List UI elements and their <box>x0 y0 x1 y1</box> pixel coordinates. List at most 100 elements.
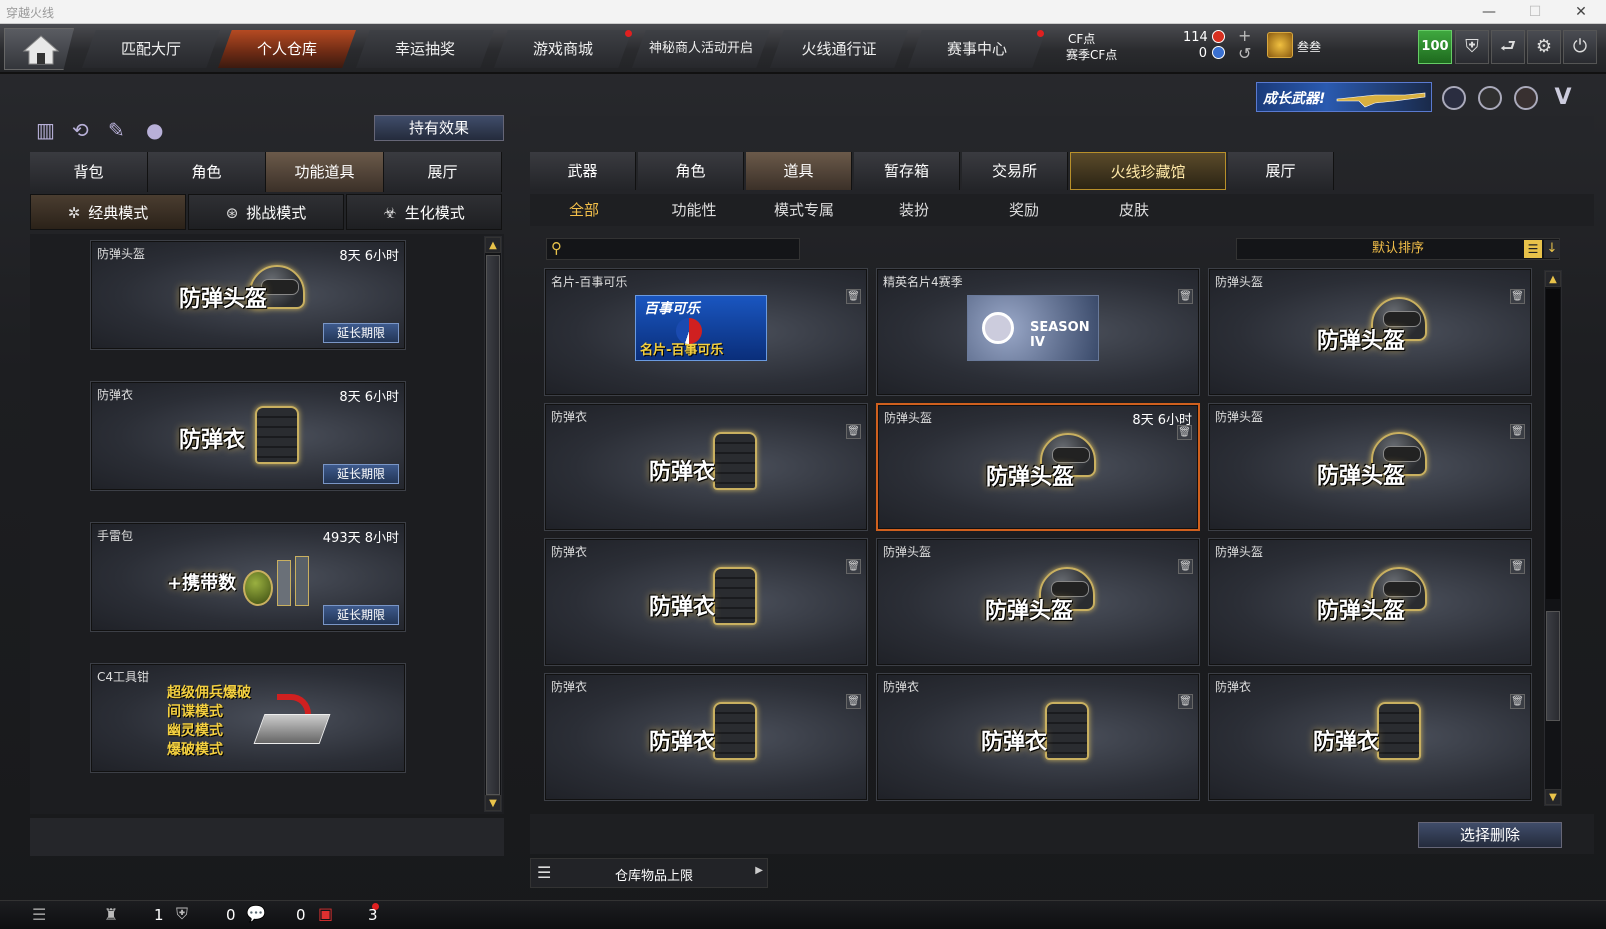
mode-tab[interactable]: ✲ 经典模式 <box>30 194 186 230</box>
close-button[interactable]: ✕ <box>1558 0 1604 24</box>
scroll-down-icon[interactable]: ▼ <box>485 795 501 811</box>
nav-tab[interactable]: 个人仓库 <box>218 30 356 68</box>
grid-item-card[interactable]: 名片-百事可乐 🗑 百事可乐 名片-百事可乐 <box>544 268 868 396</box>
list-view-icon[interactable]: ☰ <box>1524 240 1542 258</box>
left-tab[interactable]: 背包 <box>30 152 148 192</box>
chat-icon[interactable]: 💬 <box>246 904 266 923</box>
trash-icon[interactable]: 🗑 <box>846 694 861 709</box>
grid-item-card[interactable]: 防弹衣 🗑 防弹衣 <box>544 538 868 666</box>
right-tab[interactable]: 道具 <box>746 152 852 190</box>
left-scroll-thumb[interactable] <box>486 255 500 795</box>
left-item-card[interactable]: 手雷包 493天 8小时 +携带数 延长期限 <box>90 522 406 632</box>
grid-item-card[interactable]: 防弹头盔 🗑 防弹头盔 <box>1208 538 1532 666</box>
category-tab[interactable]: 模式专属 <box>750 194 858 226</box>
category-tab[interactable]: 功能性 <box>640 194 748 226</box>
capacity-label: 仓库物品上限 <box>615 869 694 884</box>
scroll-up-icon[interactable]: ▲ <box>1545 271 1561 287</box>
plus-icon[interactable]: + <box>1238 26 1251 45</box>
nav-tab[interactable]: 火线通行证 <box>770 30 908 68</box>
sort-icon[interactable]: ▥ <box>36 118 60 142</box>
maximize-button[interactable]: ☐ <box>1512 0 1558 24</box>
item-big-label: 防弹衣 <box>649 730 716 755</box>
nav-tab[interactable]: 赛事中心 <box>908 30 1046 68</box>
nav-tab[interactable]: 游戏商城 <box>494 30 632 68</box>
return-button[interactable]: ⮐ <box>1491 30 1525 64</box>
category-tab[interactable]: 皮肤 <box>1080 194 1188 226</box>
search-input[interactable] <box>571 240 797 258</box>
right-scroll-thumb[interactable] <box>1546 611 1560 721</box>
mode-tab[interactable]: ⊛ 挑战模式 <box>188 194 344 230</box>
gift-box-icon[interactable] <box>1514 86 1538 110</box>
sort-dropdown[interactable]: 默认排序 <box>1236 238 1560 260</box>
trash-icon[interactable]: 🗑 <box>1178 559 1193 574</box>
trash-icon[interactable]: 🗑 <box>1510 289 1525 304</box>
power-button[interactable]: ⏻ <box>1563 30 1597 64</box>
grid-item-card[interactable]: 防弹头盔 🗑 防弹头盔 <box>1208 403 1532 531</box>
capacity-bar[interactable]: ☰ 仓库物品上限 ▶ <box>530 858 768 888</box>
clan-icon[interactable]: ⛨ <box>176 904 188 924</box>
rotate-icon[interactable]: ⟲ <box>72 118 96 142</box>
category-tab[interactable]: 装扮 <box>860 194 968 226</box>
home-button[interactable] <box>4 28 74 70</box>
extend-button[interactable]: 延长期限 <box>323 605 399 625</box>
grid-item-card[interactable]: 防弹头盔 🗑 防弹头盔 <box>876 538 1200 666</box>
right-tab[interactable]: 展厅 <box>1228 152 1334 190</box>
grid-item-card[interactable]: 防弹衣 🗑 防弹衣 <box>1208 673 1532 801</box>
right-tab[interactable]: 火线珍藏馆 <box>1070 152 1226 190</box>
right-scrollbar[interactable]: ▲ ▼ <box>1544 270 1562 806</box>
grid-item-card[interactable]: 防弹衣 🗑 防弹衣 <box>876 673 1200 801</box>
select-delete-button[interactable]: 选择删除 <box>1418 822 1562 848</box>
globe-icon[interactable] <box>1478 86 1502 110</box>
gift-icon[interactable]: ▣ <box>318 904 333 923</box>
trash-icon[interactable]: 🗑 <box>1510 694 1525 709</box>
minimize-button[interactable]: — <box>1466 0 1512 24</box>
grid-item-card[interactable]: 防弹头盔 8天 6小时 🗑 防弹头盔 <box>876 403 1200 531</box>
left-item-card[interactable]: 防弹衣 8天 6小时 防弹衣 延长期限 <box>90 381 406 491</box>
right-tab[interactable]: 暂存箱 <box>854 152 960 190</box>
extend-button[interactable]: 延长期限 <box>323 464 399 484</box>
menu-icon[interactable]: ☰ <box>32 905 46 924</box>
refresh-icon[interactable]: ↺ <box>1238 44 1251 63</box>
trash-icon[interactable]: 🗑 <box>1510 559 1525 574</box>
search-box[interactable]: ⚲ <box>546 238 800 260</box>
left-item-card[interactable]: C4工具钳 超级佣兵爆破 间谍模式 幽灵模式 爆破模式 <box>90 663 406 773</box>
trash-icon[interactable]: 🗑 <box>1178 694 1193 709</box>
left-tab[interactable]: 展厅 <box>384 152 502 192</box>
settings-button[interactable]: ⚙ <box>1527 30 1561 64</box>
grid-item-card[interactable]: 防弹衣 🗑 防弹衣 <box>544 673 868 801</box>
right-tab[interactable]: 交易所 <box>962 152 1068 190</box>
sort-direction-icon[interactable]: ↓ <box>1544 240 1560 258</box>
grenade-icon[interactable]: ● <box>146 118 170 142</box>
left-scrollbar[interactable]: ▲ ▼ <box>484 236 502 812</box>
trash-icon[interactable]: 🗑 <box>846 424 861 439</box>
badge-icon[interactable] <box>1442 86 1466 110</box>
right-tab[interactable]: 武器 <box>530 152 636 190</box>
extend-button[interactable]: 延长期限 <box>323 323 399 343</box>
nav-tab[interactable]: 幸运抽奖 <box>356 30 494 68</box>
nav-tab[interactable]: 匹配大厅 <box>82 30 220 68</box>
scroll-up-icon[interactable]: ▲ <box>485 237 501 253</box>
effects-button[interactable]: 持有效果 <box>374 115 504 141</box>
growth-weapon-banner[interactable]: 成长武器! <box>1256 82 1432 112</box>
left-tab[interactable]: 角色 <box>148 152 266 192</box>
grid-item-card[interactable]: 精英名片4赛季 🗑 SEASON IV <box>876 268 1200 396</box>
trash-icon[interactable]: 🗑 <box>846 559 861 574</box>
shield-button[interactable]: ⛨ <box>1455 30 1489 64</box>
v-logo-icon[interactable]: V <box>1550 86 1576 110</box>
friends-icon[interactable]: ♜ <box>104 905 118 924</box>
mode-tab[interactable]: ☣ 生化模式 <box>346 194 502 230</box>
grid-item-card[interactable]: 防弹衣 🗑 防弹衣 <box>544 403 868 531</box>
trash-icon[interactable]: 🗑 <box>1510 424 1525 439</box>
category-tab[interactable]: 全部 <box>530 194 638 226</box>
right-tab[interactable]: 角色 <box>638 152 744 190</box>
nav-tab[interactable]: 神秘商人活动开启 <box>632 30 770 68</box>
category-tab[interactable]: 奖励 <box>970 194 1078 226</box>
trash-icon[interactable]: 🗑 <box>1178 289 1193 304</box>
scroll-down-icon[interactable]: ▼ <box>1545 789 1561 805</box>
left-tab[interactable]: 功能道具 <box>266 152 384 192</box>
grid-item-card[interactable]: 防弹头盔 🗑 防弹头盔 <box>1208 268 1532 396</box>
spray-icon[interactable]: ✎ <box>108 118 132 142</box>
trash-icon[interactable]: 🗑 <box>846 289 861 304</box>
trash-icon[interactable]: 🗑 <box>1177 425 1192 440</box>
left-item-card[interactable]: 防弹头盔 8天 6小时 防弹头盔 延长期限 <box>90 240 406 350</box>
